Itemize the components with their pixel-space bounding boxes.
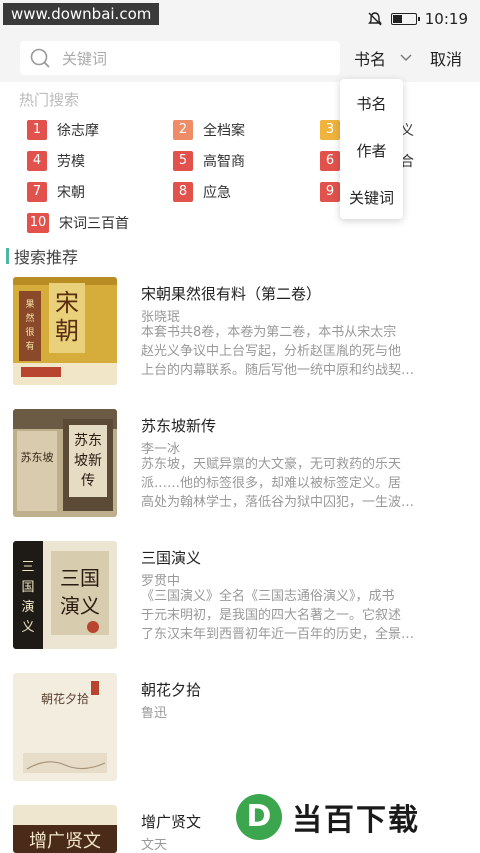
svg-text:宋: 宋 [55,289,79,317]
rank-badge: 10 [27,213,49,233]
rank-badge: 7 [27,182,47,202]
book-description: 苏东坡，天赋异禀的大文豪，无可救药的乐天 派……他的标签很多，却难以被标签定义。… [141,457,415,510]
book-cover: 宋 朝 果 然 很 有 [13,277,117,385]
svg-text:有: 有 [25,340,34,352]
site-watermark: www.downbai.com [3,3,160,25]
rank-badge: 5 [173,151,193,171]
hot-label: 宋朝 [57,185,85,201]
rank-badge: 2 [173,120,193,140]
search-scope-select[interactable]: 书名 [354,46,412,70]
book-title: 三国演义 [141,549,202,567]
book-item[interactable]: 苏东 坡新 传 苏东坡 苏东坡新传 李一冰 苏东坡，天赋异禀的大文豪，无可救药的… [0,409,480,539]
section-accent-bar [6,248,9,264]
logo-text: 当百下载 [292,803,420,838]
battery-icon [390,13,420,25]
rank-badge: 3 [320,120,340,140]
hot-label: 宋词三百首 [59,216,129,232]
book-author: 文天 [141,838,168,853]
svg-text:演: 演 [21,599,34,615]
search-input[interactable]: 关键词 [20,41,340,75]
hot-label: 全档案 [203,123,245,139]
book-cover: 三 国 演 义 三国 演义 [13,541,117,649]
hot-label: 劳模 [57,154,85,170]
svg-text:义: 义 [21,620,34,635]
hot-search-title: 热门搜索 [19,91,80,109]
dropdown-option-author[interactable]: 作者 [340,140,403,161]
book-item[interactable]: 宋 朝 果 然 很 有 宋朝果然很有料（第二卷） 张晓珉 本套书共8卷，本卷为第… [0,277,480,407]
book-title: 苏东坡新传 [141,417,217,435]
hot-label: 高智商 [203,154,245,170]
svg-text:三: 三 [21,560,34,575]
chevron-down-icon [400,54,412,61]
svg-text:增广贤文: 增广贤文 [29,831,101,852]
mute-icon [367,12,382,26]
rank-badge: 1 [27,120,47,140]
svg-text:朝: 朝 [55,317,79,345]
site-logo: D 当百下载 [236,794,420,840]
book-cover: 朝花夕拾 [13,673,117,781]
hot-item[interactable]: 5 高智商 [173,150,245,172]
svg-text:苏东坡: 苏东坡 [21,451,54,464]
scope-dropdown-menu: 书名 作者 关键词 [340,79,403,219]
book-title: 增广贤文 [141,813,202,831]
rank-badge: 4 [27,151,47,171]
search-header: 关键词 书名 取消 [0,36,480,82]
book-description: 本套书共8卷，本卷为第二卷，本书从宋太宗 赵光义争议中上台写起，分析赵匡胤的死与… [141,325,415,378]
rank-badge: 8 [173,182,193,202]
hot-item[interactable]: 1 徐志摩 [27,119,99,141]
dropdown-option-keyword[interactable]: 关键词 [340,187,403,208]
svg-text:苏东: 苏东 [74,433,102,449]
hot-item[interactable]: 2 全档案 [173,119,245,141]
book-title: 朝花夕拾 [141,681,202,699]
book-item[interactable]: 朝花夕拾 朝花夕拾 鲁迅 [0,673,480,803]
svg-text:然: 然 [25,312,34,324]
svg-text:传: 传 [81,473,95,489]
hot-label: 徐志摩 [57,123,99,139]
recommend-title: 搜索推荐 [14,248,79,267]
svg-text:朝花夕拾: 朝花夕拾 [41,691,89,706]
svg-text:果: 果 [25,299,34,310]
recommend-section-title: 搜索推荐 [6,246,79,267]
search-icon [30,48,50,68]
hot-label: 应急 [203,185,231,201]
svg-text:国: 国 [21,580,34,595]
clock: 10:19 [424,10,468,28]
status-icons: 10:19 [367,9,468,29]
status-bar: www.downbai.com 10:19 [0,0,480,36]
logo-mark: D [236,794,282,840]
book-title: 宋朝果然很有料（第二卷） [141,285,322,303]
svg-text:演义: 演义 [60,594,100,618]
scope-selected-label: 书名 [354,50,387,69]
svg-text:坡新: 坡新 [74,453,102,469]
search-placeholder: 关键词 [62,50,108,68]
book-item[interactable]: 三 国 演 义 三国 演义 三国演义 罗贯中 《三国演义》全名《三国志通俗演义》… [0,541,480,671]
book-cover: 苏东 坡新 传 苏东坡 [13,409,117,517]
svg-text:三国: 三国 [60,566,100,590]
book-description: 《三国演义》全名《三国志通俗演义》，成书 于元末明初，是我国的四大名著之一。它叙… [141,589,415,642]
rank-badge: 6 [320,151,340,171]
dropdown-option-title[interactable]: 书名 [340,93,403,114]
hot-item[interactable]: 10 宋词三百首 [27,212,129,234]
svg-text:很: 很 [25,326,34,338]
book-cover: 增广贤文 [13,805,117,853]
rank-badge: 9 [320,182,340,202]
book-author: 鲁迅 [141,706,168,721]
hot-item[interactable]: 8 应急 [173,181,231,203]
hot-item[interactable]: 4 劳模 [27,150,85,172]
cancel-button[interactable]: 取消 [430,46,462,70]
hot-item[interactable]: 7 宋朝 [27,181,85,203]
